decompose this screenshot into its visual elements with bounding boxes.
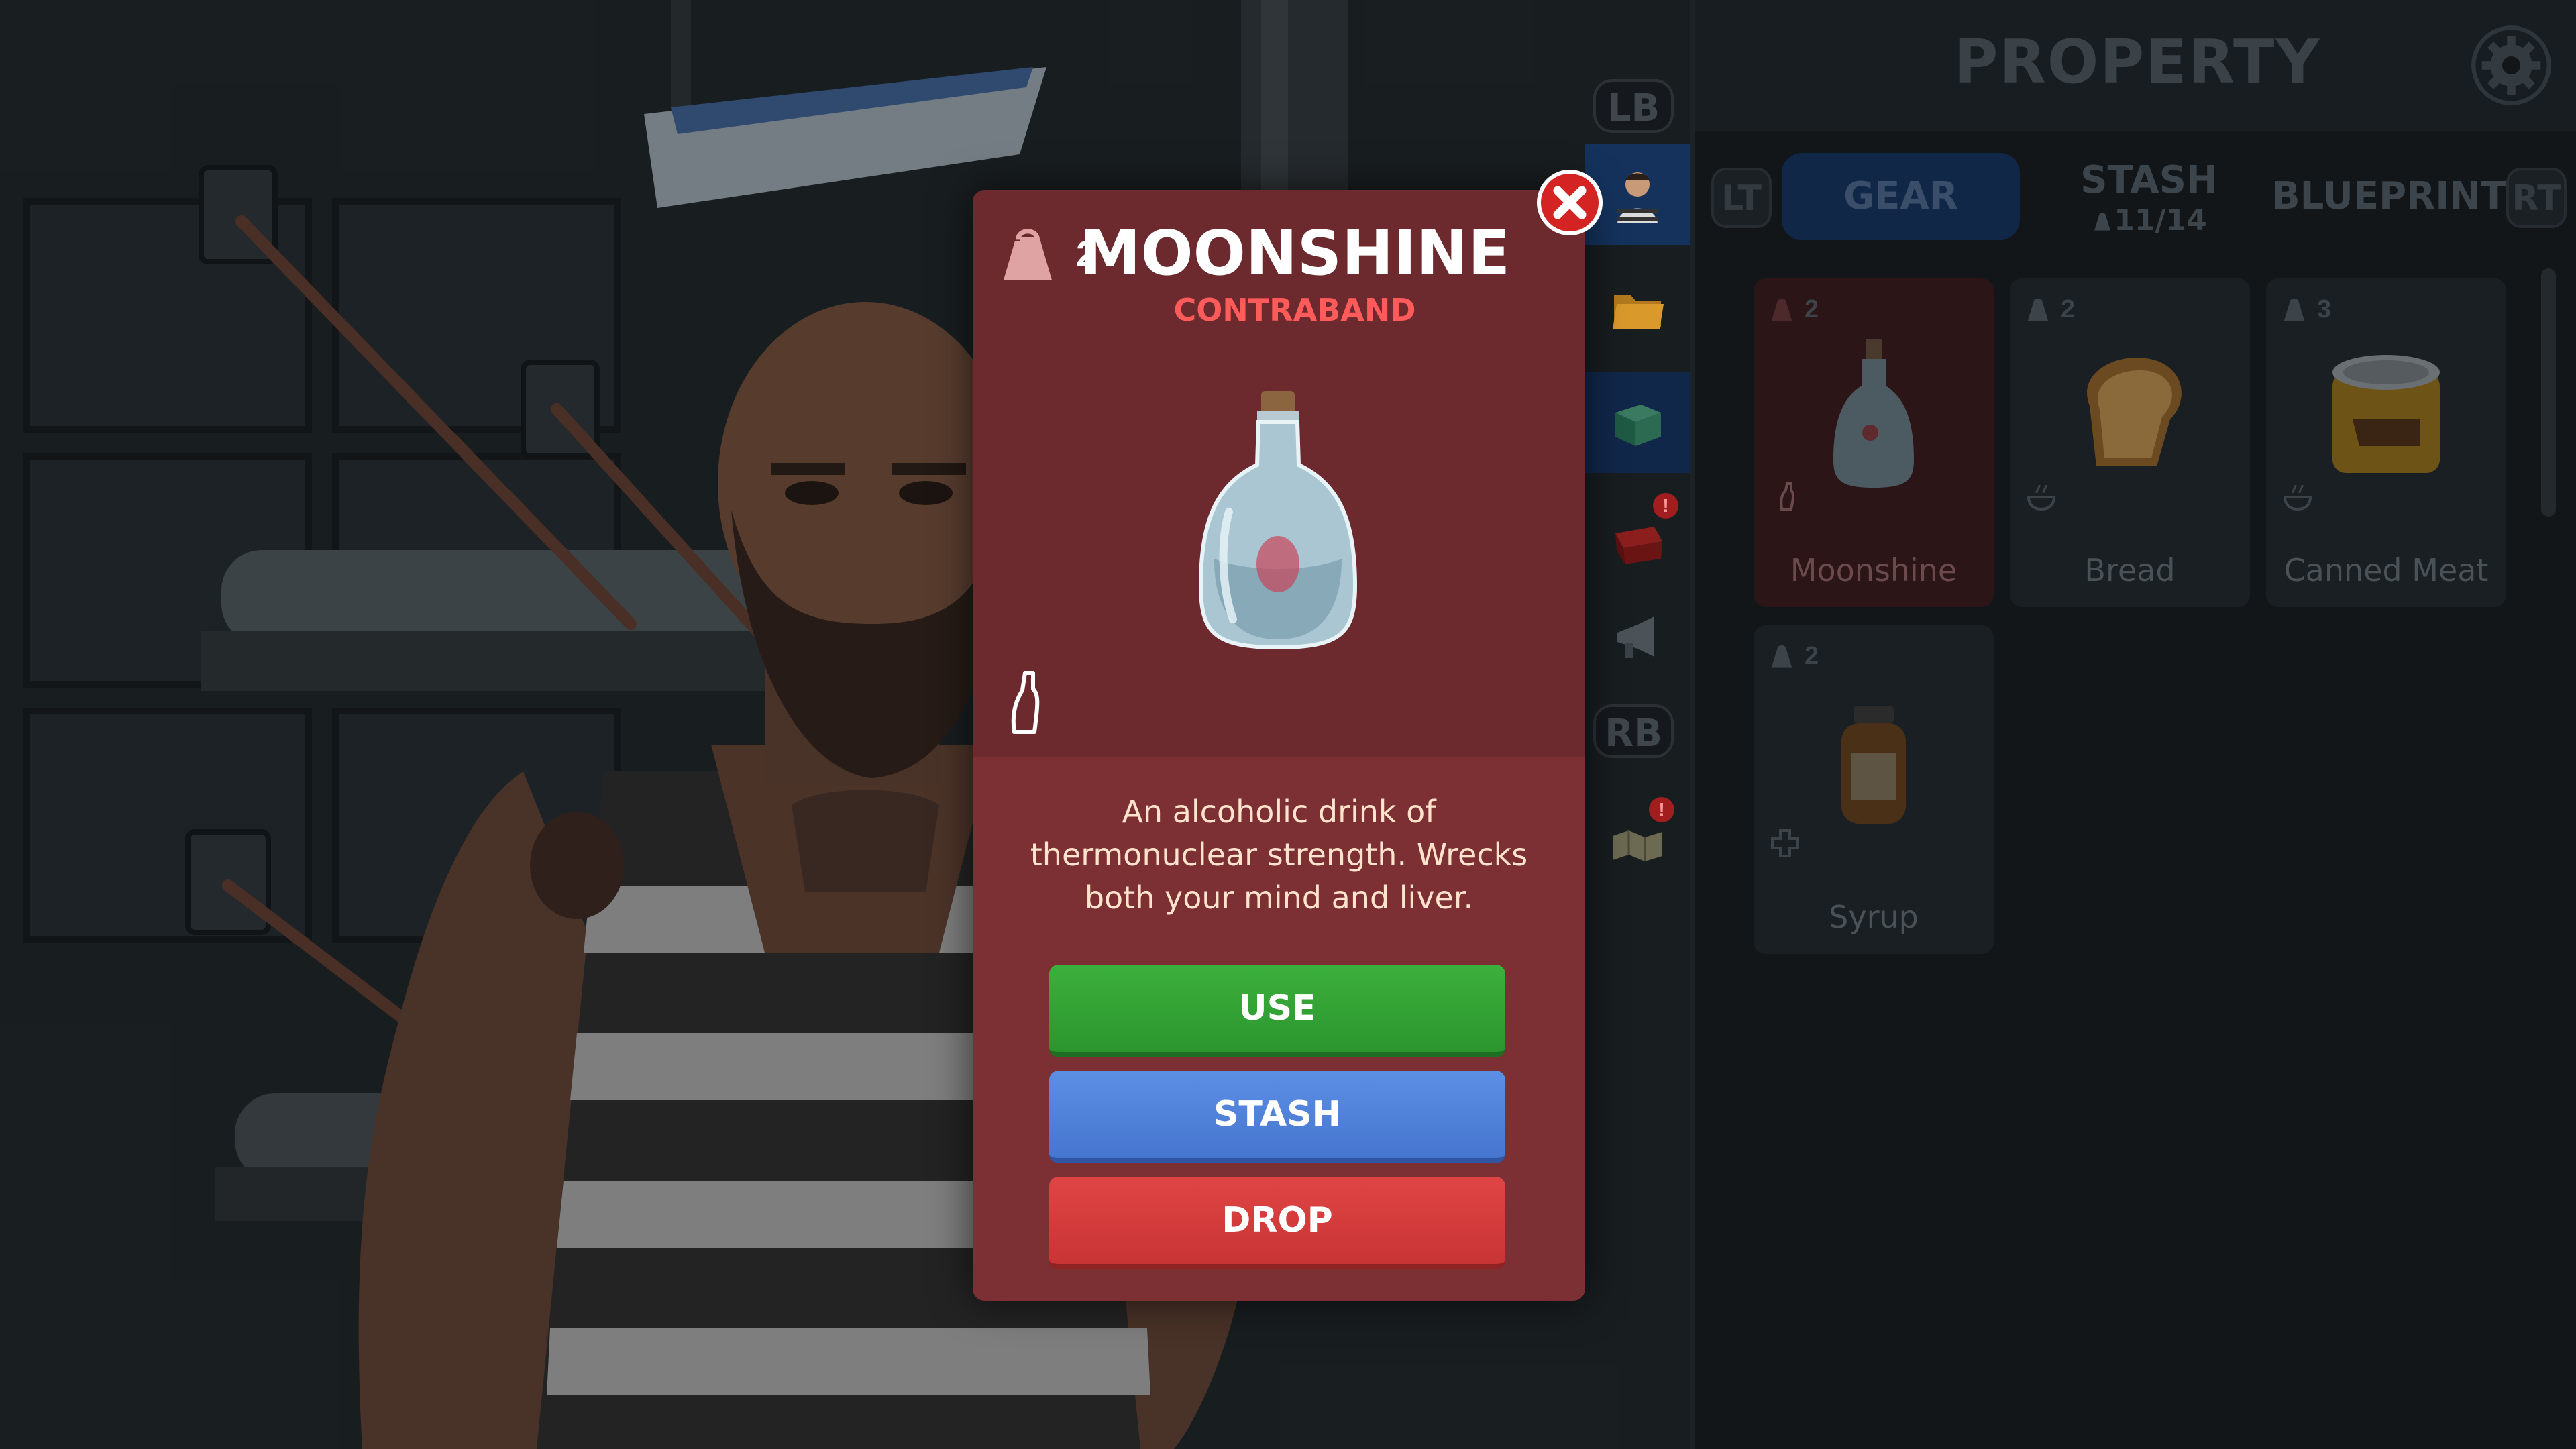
gear-icon[interactable] bbox=[2469, 23, 2553, 107]
side-tab-stash[interactable] bbox=[1585, 372, 1690, 473]
bread-icon bbox=[2087, 358, 2182, 466]
moonshine-bottle-icon bbox=[1198, 391, 1358, 650]
rb-bumper-hint[interactable]: RB bbox=[1593, 704, 1674, 758]
item-weight: 2 bbox=[1767, 294, 1819, 324]
folder-icon bbox=[1613, 295, 1664, 329]
bottle-icon bbox=[1833, 339, 1914, 488]
weight-icon bbox=[1771, 299, 1792, 321]
item-weight-value: 2 bbox=[1805, 641, 1819, 670]
item-weight-value: 2 bbox=[1805, 294, 1819, 323]
item-weight-value: 3 bbox=[2317, 294, 2332, 323]
prisoner-avatar-icon bbox=[1617, 172, 1658, 223]
bottle-category-icon bbox=[1011, 671, 1040, 734]
side-tab-documents[interactable] bbox=[1585, 258, 1690, 359]
modal-item-description: An alcoholic drink of thermonuclear stre… bbox=[1030, 794, 1528, 916]
item-name: Bread bbox=[2084, 552, 2176, 588]
lb-bumper-hint[interactable]: LB bbox=[1593, 79, 1674, 133]
item-card-bread[interactable]: 2 Bread bbox=[2010, 278, 2250, 607]
item-detail-modal: 2 MOONSHINE CONTRABAND An alcoholic drin… bbox=[973, 190, 1585, 1301]
stash-capacity-value: 11/14 bbox=[2114, 203, 2207, 237]
lt-trigger-hint[interactable]: LT bbox=[1711, 168, 1772, 228]
weight-icon bbox=[2027, 299, 2049, 321]
item-name: Moonshine bbox=[1790, 552, 1957, 588]
stash-button[interactable]: STASH bbox=[1049, 1071, 1505, 1163]
weight-icon bbox=[2094, 213, 2111, 231]
megaphone-icon bbox=[1617, 616, 1654, 658]
item-name: Canned Meat bbox=[2284, 552, 2489, 588]
loot-alert-badge: ! bbox=[1653, 493, 1678, 519]
tab-stash[interactable]: STASH 11/14 bbox=[2030, 153, 2268, 240]
side-tab-map[interactable]: ! bbox=[1585, 792, 1690, 892]
property-panel: PROPERTY LT GEAR STASH 11/14 BLUEPRINTS … bbox=[1690, 0, 2576, 1449]
tab-stash-capacity: 11/14 bbox=[2030, 203, 2268, 237]
food-bowl-icon bbox=[2027, 484, 2056, 511]
panel-title: PROPERTY bbox=[1953, 27, 2321, 97]
map-alert-badge: ! bbox=[1649, 797, 1674, 822]
bottle-category-icon bbox=[1780, 482, 1794, 511]
item-grid-scrollbar[interactable] bbox=[2541, 268, 2556, 517]
use-button[interactable]: USE bbox=[1049, 965, 1505, 1057]
item-card-canned-meat[interactable]: 3 Canned Meat bbox=[2266, 278, 2506, 607]
item-weight: 3 bbox=[2279, 294, 2331, 324]
canned-meat-icon bbox=[2332, 355, 2440, 473]
modal-item-title: MOONSHINE bbox=[1079, 217, 1511, 289]
panel-tab-bar: LT GEAR STASH 11/14 BLUEPRINTS RT bbox=[1695, 153, 2576, 240]
game-screen: LB ! RB ! PROPERTY LT GEAR STASH 11/14 B… bbox=[0, 0, 2576, 1449]
safe-icon bbox=[1615, 405, 1661, 446]
weight-icon bbox=[1771, 645, 1792, 668]
weight-icon bbox=[2284, 299, 2305, 321]
tab-stash-label: STASH bbox=[2080, 158, 2218, 202]
item-weight-value: 2 bbox=[2061, 294, 2076, 323]
item-name: Syrup bbox=[1829, 899, 1919, 935]
tab-gear[interactable]: GEAR bbox=[1782, 153, 2020, 240]
side-tab-announcements[interactable] bbox=[1585, 587, 1690, 688]
drop-button[interactable]: DROP bbox=[1049, 1177, 1505, 1269]
item-weight: 2 bbox=[1767, 641, 1819, 671]
weight-icon bbox=[1004, 229, 1052, 280]
tab-blueprints[interactable]: BLUEPRINTS bbox=[2271, 153, 2534, 240]
syrup-jar-icon bbox=[1841, 706, 1906, 824]
rt-trigger-hint[interactable]: RT bbox=[2506, 168, 2567, 228]
modal-item-category: CONTRABAND bbox=[1173, 292, 1416, 328]
close-icon[interactable] bbox=[1536, 169, 1603, 236]
item-card-syrup[interactable]: 2 Syrup bbox=[1754, 625, 1994, 954]
food-bowl-icon bbox=[2283, 484, 2312, 511]
side-tab-loot[interactable]: ! bbox=[1585, 486, 1690, 587]
medical-cross-icon bbox=[1771, 829, 1799, 857]
item-card-moonshine[interactable]: 2 Moonshine bbox=[1754, 278, 1994, 607]
item-weight: 2 bbox=[2023, 294, 2075, 324]
